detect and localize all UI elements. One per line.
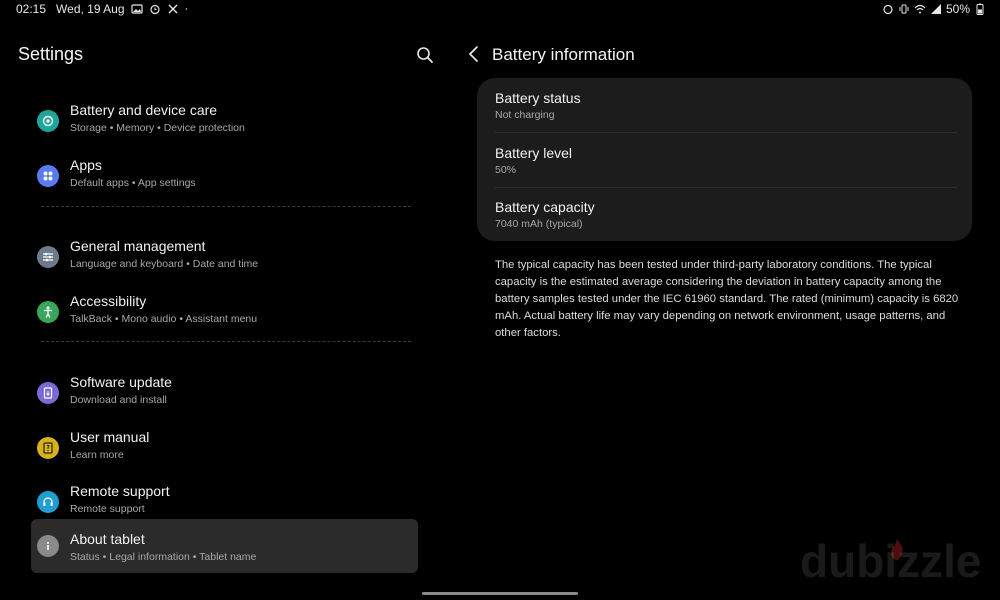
watermark-logo: dubizzle bbox=[800, 535, 982, 587]
alarm-icon bbox=[149, 4, 160, 15]
status-bar-right: 50% bbox=[882, 2, 986, 16]
status-date: Wed, 19 Aug bbox=[56, 2, 125, 16]
info-icon bbox=[37, 535, 59, 557]
battery-status-row[interactable]: Battery status Not charging bbox=[495, 78, 957, 132]
headset-icon bbox=[37, 491, 59, 513]
settings-item-title: Software update bbox=[70, 374, 172, 390]
settings-item-battery-and-device-care[interactable]: Battery and device care Storage • Memory… bbox=[31, 95, 418, 149]
software-update-icon bbox=[37, 382, 59, 404]
settings-item-subtitle: Remote support bbox=[70, 503, 145, 515]
settings-item-title: User manual bbox=[70, 429, 150, 445]
row-value: 50% bbox=[495, 164, 517, 176]
vibrate-icon bbox=[899, 4, 909, 14]
tools-icon bbox=[168, 4, 178, 14]
apps-icon bbox=[37, 165, 59, 187]
settings-item-title: General management bbox=[70, 238, 206, 254]
sliders-icon bbox=[37, 246, 59, 268]
manual-icon bbox=[37, 437, 59, 459]
settings-item-accessibility[interactable]: Accessibility TalkBack • Mono audio • As… bbox=[31, 286, 418, 340]
battery-information-panel: Battery information Battery status Not c… bbox=[460, 18, 1000, 600]
settings-item-title: About tablet bbox=[70, 531, 145, 547]
settings-item-subtitle: Storage • Memory • Device protection bbox=[70, 122, 245, 134]
alarm-icon bbox=[883, 4, 893, 15]
capacity-note: The typical capacity has been tested und… bbox=[495, 259, 959, 339]
row-value: 7040 mAh (typical) bbox=[495, 218, 583, 230]
settings-item-user-manual[interactable]: User manual Learn more bbox=[31, 422, 418, 476]
accessibility-icon bbox=[37, 301, 59, 323]
settings-item-title: Accessibility bbox=[70, 293, 147, 309]
row-value: Not charging bbox=[495, 109, 555, 121]
status-bar: 02:15 Wed, 19 Aug 50% bbox=[0, 0, 1000, 18]
settings-panel: Settings Battery and device care Storage… bbox=[0, 18, 440, 600]
settings-item-about-tablet[interactable]: About tablet Status • Legal information … bbox=[31, 519, 418, 573]
device-care-icon bbox=[37, 110, 59, 132]
divider bbox=[41, 341, 411, 342]
page-title: Battery information bbox=[492, 45, 635, 64]
status-time: 02:15 bbox=[16, 2, 47, 16]
settings-item-title: Battery and device care bbox=[70, 102, 218, 118]
battery-icon bbox=[976, 3, 984, 15]
settings-item-subtitle: Default apps • App settings bbox=[70, 177, 196, 189]
divider bbox=[41, 206, 411, 207]
back-arrow-icon[interactable] bbox=[466, 44, 482, 64]
signal-icon bbox=[930, 4, 941, 14]
settings-item-subtitle: Learn more bbox=[70, 449, 124, 461]
battery-percent: 50% bbox=[945, 2, 970, 16]
settings-item-title: Remote support bbox=[70, 483, 170, 499]
battery-level-row[interactable]: Battery level 50% bbox=[495, 133, 957, 187]
dot-icon bbox=[185, 8, 187, 10]
row-title: Battery level bbox=[495, 145, 573, 161]
home-indicator[interactable] bbox=[422, 592, 578, 595]
status-bar-left: 02:15 Wed, 19 Aug bbox=[16, 2, 191, 16]
settings-item-subtitle: Download and install bbox=[70, 394, 167, 406]
search-icon[interactable] bbox=[414, 44, 436, 66]
page-title: Settings bbox=[18, 44, 84, 64]
battery-capacity-row[interactable]: Battery capacity 7040 mAh (typical) bbox=[495, 187, 957, 241]
settings-item-general-management[interactable]: General management Language and keyboard… bbox=[31, 231, 418, 285]
settings-item-subtitle: Language and keyboard • Date and time bbox=[70, 258, 259, 270]
settings-item-subtitle: TalkBack • Mono audio • Assistant menu bbox=[70, 313, 258, 325]
row-title: Battery status bbox=[495, 90, 581, 106]
settings-item-title: Apps bbox=[70, 157, 102, 173]
battery-info-card: Battery status Not charging Battery leve… bbox=[477, 78, 972, 241]
gallery-icon bbox=[130, 4, 143, 14]
settings-item-software-update[interactable]: Software update Download and install bbox=[31, 367, 418, 421]
row-title: Battery capacity bbox=[495, 199, 595, 215]
settings-item-subtitle: Status • Legal information • Tablet name bbox=[70, 551, 257, 563]
wifi-icon bbox=[914, 4, 926, 14]
settings-item-apps[interactable]: Apps Default apps • App settings bbox=[31, 150, 418, 204]
